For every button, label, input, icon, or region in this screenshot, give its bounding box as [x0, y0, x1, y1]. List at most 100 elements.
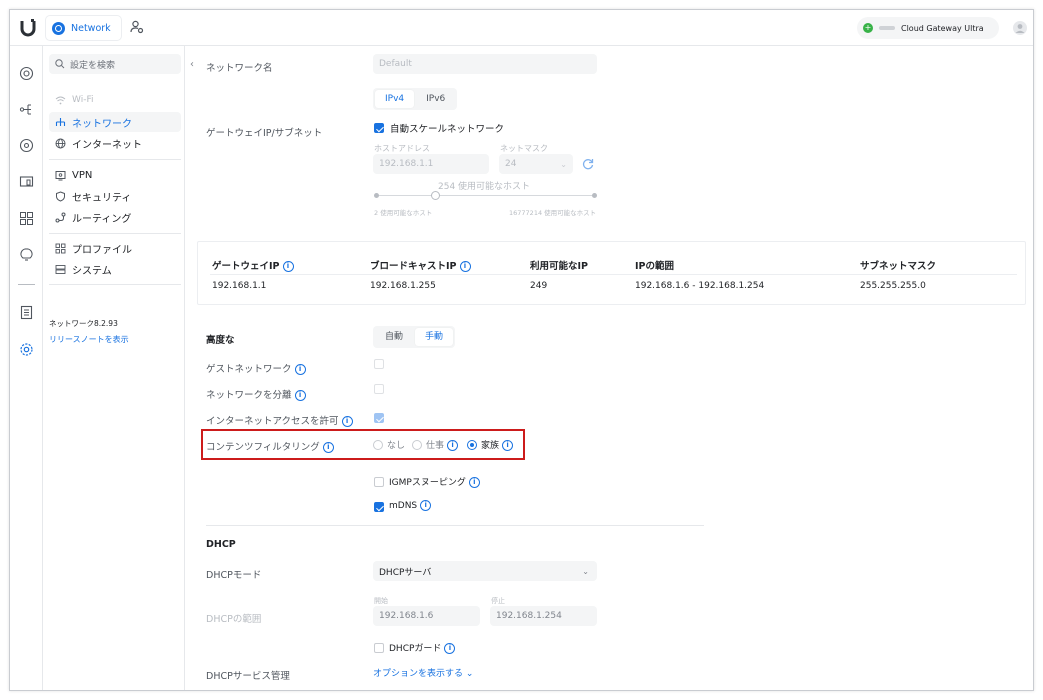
unifi-logo-icon[interactable] — [19, 18, 37, 38]
search-icon — [55, 59, 65, 69]
slider-handle[interactable] — [430, 191, 440, 200]
network-name-input[interactable]: Default — [373, 54, 597, 74]
chevron-down-icon: ⌄ — [582, 566, 589, 576]
sidebar-item-label: システム — [72, 265, 112, 277]
mdns-checkbox[interactable] — [374, 502, 384, 512]
igmp-snooping-label: IGMPスヌーピング i — [389, 475, 480, 488]
internet-access-checkbox[interactable] — [374, 413, 384, 423]
settings-search-input[interactable]: 設定を検索 — [49, 54, 181, 74]
dhcp-mode-select[interactable]: DHCPサーバ ⌄ — [373, 561, 597, 581]
alarm-icon[interactable] — [19, 247, 34, 262]
network-app-label: Network — [71, 22, 111, 34]
info-icon[interactable]: i — [468, 477, 480, 488]
filter-none-label: なし — [387, 441, 406, 451]
sidebar-item-internet[interactable]: インターネット — [49, 133, 181, 153]
igmp-snooping-checkbox[interactable] — [374, 477, 384, 487]
dhcp-start-input[interactable]: 192.168.1.6 — [373, 606, 480, 626]
user-settings-icon[interactable] — [130, 20, 144, 34]
app-version: ネットワーク8.2.93 — [49, 319, 118, 328]
dhcp-mode-label: DHCPモード — [206, 570, 262, 581]
sidebar-item-label: ルーティング — [72, 213, 132, 225]
internet-access-label: インターネットアクセスを許可 i — [206, 413, 353, 427]
sidebar-divider — [49, 284, 181, 285]
sidebar-item-profiles[interactable]: プロファイル — [49, 238, 181, 258]
host-address-input[interactable]: 192.168.1.1 — [373, 154, 489, 174]
client-devices-icon[interactable] — [19, 174, 34, 189]
info-icon[interactable]: i — [502, 440, 514, 451]
unifi-devices-icon[interactable] — [19, 138, 34, 153]
network-name-label: ネットワーク名 — [206, 63, 273, 74]
gateway-device-icon — [879, 26, 895, 30]
top-bar: Network + Cloud Gateway Ultra — [10, 10, 1033, 46]
netmask-value: 24 — [505, 159, 517, 169]
settings-gear-icon[interactable] — [19, 342, 34, 357]
tab-ipv4[interactable]: IPv4 — [375, 90, 415, 108]
sidebar-divider — [49, 233, 181, 234]
advanced-label: 高度な — [206, 335, 235, 346]
table-cell: 255.255.255.0 — [860, 281, 926, 291]
filter-family-radio[interactable] — [467, 440, 477, 450]
routing-icon — [55, 212, 66, 222]
netmask-select[interactable]: 24 ⌄ — [499, 154, 573, 174]
subnet-summary-table: ゲートウェイIP i ブロードキャストIP i 利用可能なIP IPの範囲 サブネッ… — [197, 241, 1026, 305]
insights-icon[interactable] — [19, 211, 34, 226]
dhcp-stop-input[interactable]: 192.168.1.254 — [490, 606, 597, 626]
sidebar-item-wifi[interactable]: Wi-Fi — [49, 90, 181, 110]
info-icon[interactable]: i — [447, 440, 459, 451]
info-icon[interactable]: i — [341, 416, 353, 427]
collapse-sidebar-chevron-icon[interactable]: ‹ — [190, 59, 200, 71]
host-size-slider[interactable] — [376, 195, 596, 196]
vpn-icon — [55, 170, 66, 180]
release-notes-link[interactable]: リリースノートを表示 — [49, 334, 129, 345]
tab-ipv6[interactable]: IPv6 — [416, 90, 455, 108]
guest-network-checkbox[interactable] — [374, 359, 384, 369]
isolate-network-label: ネットワークを分離 i — [206, 387, 306, 401]
dashboard-icon[interactable] — [19, 66, 34, 81]
info-icon[interactable]: i — [420, 500, 432, 511]
dhcp-guard-checkbox[interactable] — [374, 643, 384, 653]
globe-icon — [55, 138, 66, 148]
gateway-subnet-label: ゲートウェイIP/サブネット — [206, 128, 323, 139]
sidebar-item-label: プロファイル — [72, 244, 132, 256]
tab-auto[interactable]: 自動 — [375, 328, 413, 346]
logs-icon[interactable] — [19, 305, 34, 320]
slider-min-dot — [374, 193, 379, 198]
tab-manual[interactable]: 手動 — [415, 328, 454, 346]
info-icon[interactable]: i — [444, 643, 456, 654]
netmask-label: ネットマスク — [500, 144, 548, 153]
isolate-network-checkbox[interactable] — [374, 384, 384, 394]
user-avatar-icon[interactable] — [1013, 21, 1027, 35]
sidebar-divider — [49, 159, 181, 160]
sidebar-item-routing[interactable]: ルーティング — [49, 207, 181, 227]
sidebar-item-network[interactable]: ネットワーク — [49, 112, 181, 132]
content-filtering-label: コンテンツフィルタリング i — [206, 439, 334, 453]
info-icon[interactable]: i — [294, 390, 306, 401]
gateway-name: Cloud Gateway Ultra — [901, 23, 984, 33]
guest-network-label: ゲストネットワーク i — [206, 361, 306, 375]
refresh-icon[interactable] — [581, 157, 595, 171]
table-header: ゲートウェイIP i — [212, 258, 294, 272]
filter-none-radio[interactable] — [373, 440, 383, 450]
gateway-selector[interactable]: + Cloud Gateway Ultra — [857, 17, 999, 39]
info-icon[interactable]: i — [322, 442, 334, 453]
sidebar-item-system[interactable]: システム — [49, 259, 181, 279]
show-options-link[interactable]: オプションを表示する ⌄ — [373, 666, 473, 679]
sidebar-item-security[interactable]: セキュリティ — [49, 186, 181, 206]
table-header: ブロードキャストIP i — [370, 258, 471, 272]
network-app-tab[interactable]: Network — [46, 16, 121, 40]
wifi-icon — [55, 96, 66, 104]
network-app-icon — [52, 21, 65, 35]
info-icon[interactable]: i — [294, 364, 306, 375]
auto-scale-checkbox[interactable] — [374, 123, 384, 133]
ip-version-toggle: IPv4 IPv6 — [373, 88, 458, 110]
dhcp-service-label: DHCPサービス管理 — [206, 671, 290, 682]
info-icon[interactable]: i — [459, 261, 471, 272]
info-icon[interactable]: i — [282, 261, 294, 272]
sidebar-item-vpn[interactable]: VPN — [49, 165, 181, 185]
settings-sidebar: 設定を検索 Wi-Fi ネットワーク インターネット VPN セキュリティ ルー… — [43, 46, 185, 690]
table-cell: 192.168.1.6 - 192.168.1.254 — [635, 281, 765, 291]
chevron-down-icon: ⌄ — [560, 159, 567, 169]
topology-icon[interactable] — [19, 102, 34, 117]
filter-work-radio[interactable] — [412, 440, 422, 450]
chevron-down-icon: ⌄ — [465, 669, 474, 679]
